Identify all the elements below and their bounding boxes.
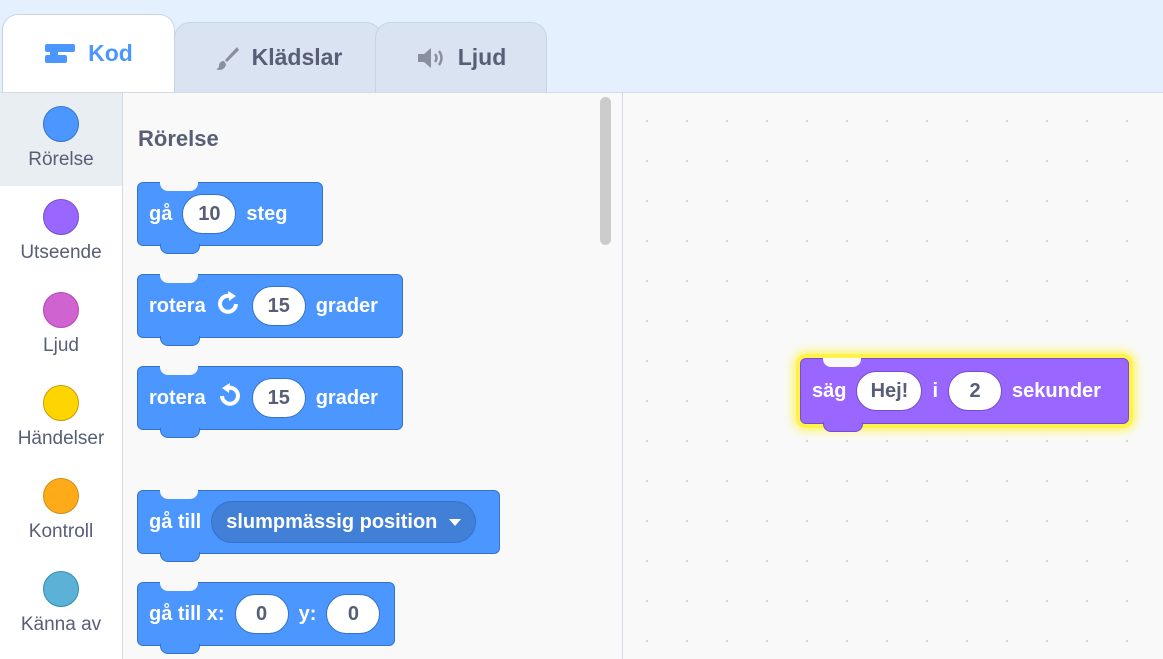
category-events-dot — [43, 385, 79, 421]
y-input[interactable]: 0 — [326, 594, 381, 634]
category-motion-label: Rörelse — [28, 149, 94, 170]
category-sound-label: Ljud — [43, 335, 79, 356]
tab-sounds[interactable]: Ljud — [375, 22, 547, 92]
block-notch — [160, 274, 198, 283]
block-notch — [160, 490, 198, 499]
palette-scrollbar[interactable] — [600, 97, 611, 245]
goto-xy-block[interactable]: gå till x: 0 y: 0 — [137, 582, 395, 654]
turn-right-suffix: grader — [315, 294, 378, 317]
palette-section-title: Rörelse — [138, 126, 219, 151]
tab-costumes[interactable]: Klädslar — [174, 22, 382, 92]
goto-target-value: slumpmässig position — [226, 510, 438, 533]
tab-costumes-label: Klädslar — [251, 44, 343, 70]
category-looks-dot — [43, 199, 79, 235]
goto-target-dropdown[interactable]: slumpmässig position — [211, 501, 477, 543]
turn-right-label: rotera — [149, 294, 206, 317]
say-mid-label: i — [932, 379, 939, 402]
category-menu: Rörelse Utseende Ljud Händelser Kontroll… — [0, 92, 123, 659]
block-notch — [160, 366, 198, 375]
steps-suffix: steg — [246, 202, 288, 225]
turn-left-suffix: grader — [315, 386, 378, 409]
goto-block[interactable]: gå till slumpmässig position — [137, 490, 500, 562]
category-looks[interactable]: Utseende — [0, 186, 122, 279]
category-motion-dot — [43, 106, 79, 142]
category-sensing-dot — [43, 571, 79, 607]
y-label: y: — [298, 602, 317, 625]
block-tab — [160, 644, 200, 654]
block-tab — [160, 428, 200, 438]
category-sound[interactable]: Ljud — [0, 279, 122, 372]
turn-right-block[interactable]: rotera 15 grader — [137, 274, 403, 346]
block-tab — [160, 336, 200, 346]
turn-left-label: rotera — [149, 386, 206, 409]
block-tab — [160, 552, 200, 562]
turn-left-degrees-input[interactable]: 15 — [251, 378, 306, 418]
goto-label: gå till — [149, 510, 202, 533]
category-sensing-label: Känna av — [20, 614, 102, 635]
turn-right-degrees-input[interactable]: 15 — [251, 286, 306, 326]
category-sensing[interactable]: Känna av — [0, 558, 122, 651]
block-notch — [160, 582, 198, 591]
tab-sounds-label: Ljud — [457, 44, 507, 70]
speaker-icon — [416, 46, 446, 70]
category-control-dot — [43, 478, 79, 514]
block-notch — [160, 182, 198, 191]
category-motion[interactable]: Rörelse — [0, 93, 122, 186]
say-for-secs-block[interactable]: säg Hej! i 2 sekunder — [800, 358, 1129, 432]
block-tab — [160, 244, 200, 254]
code-icon — [44, 42, 76, 66]
brush-icon — [214, 45, 240, 71]
category-looks-label: Utseende — [20, 242, 102, 263]
say-label: säg — [812, 379, 847, 402]
move-steps-block[interactable]: gå 10 steg — [137, 182, 323, 254]
steps-input[interactable]: 10 — [182, 194, 237, 234]
rotate-clockwise-icon — [216, 290, 242, 322]
block-tab — [823, 422, 863, 432]
goto-xy-label: gå till x: — [149, 602, 225, 625]
category-sound-dot — [43, 292, 79, 328]
turn-left-block[interactable]: rotera 15 grader — [137, 366, 403, 438]
x-input[interactable]: 0 — [234, 594, 289, 634]
say-suffix: sekunder — [1012, 379, 1101, 402]
tab-code[interactable]: Kod — [2, 14, 175, 92]
category-control[interactable]: Kontroll — [0, 465, 122, 558]
editor-tabs: Klädslar Ljud Kod — [0, 0, 1163, 92]
move-label: gå — [149, 202, 173, 225]
category-events[interactable]: Händelser — [0, 372, 122, 465]
rotate-counterclockwise-icon — [216, 382, 242, 414]
category-events-label: Händelser — [17, 428, 105, 449]
chevron-down-icon — [449, 518, 462, 526]
say-message-input[interactable]: Hej! — [856, 371, 923, 411]
say-seconds-input[interactable]: 2 — [948, 371, 1003, 411]
category-control-label: Kontroll — [28, 521, 94, 542]
block-notch — [823, 358, 861, 367]
tab-code-label: Kod — [88, 40, 133, 66]
